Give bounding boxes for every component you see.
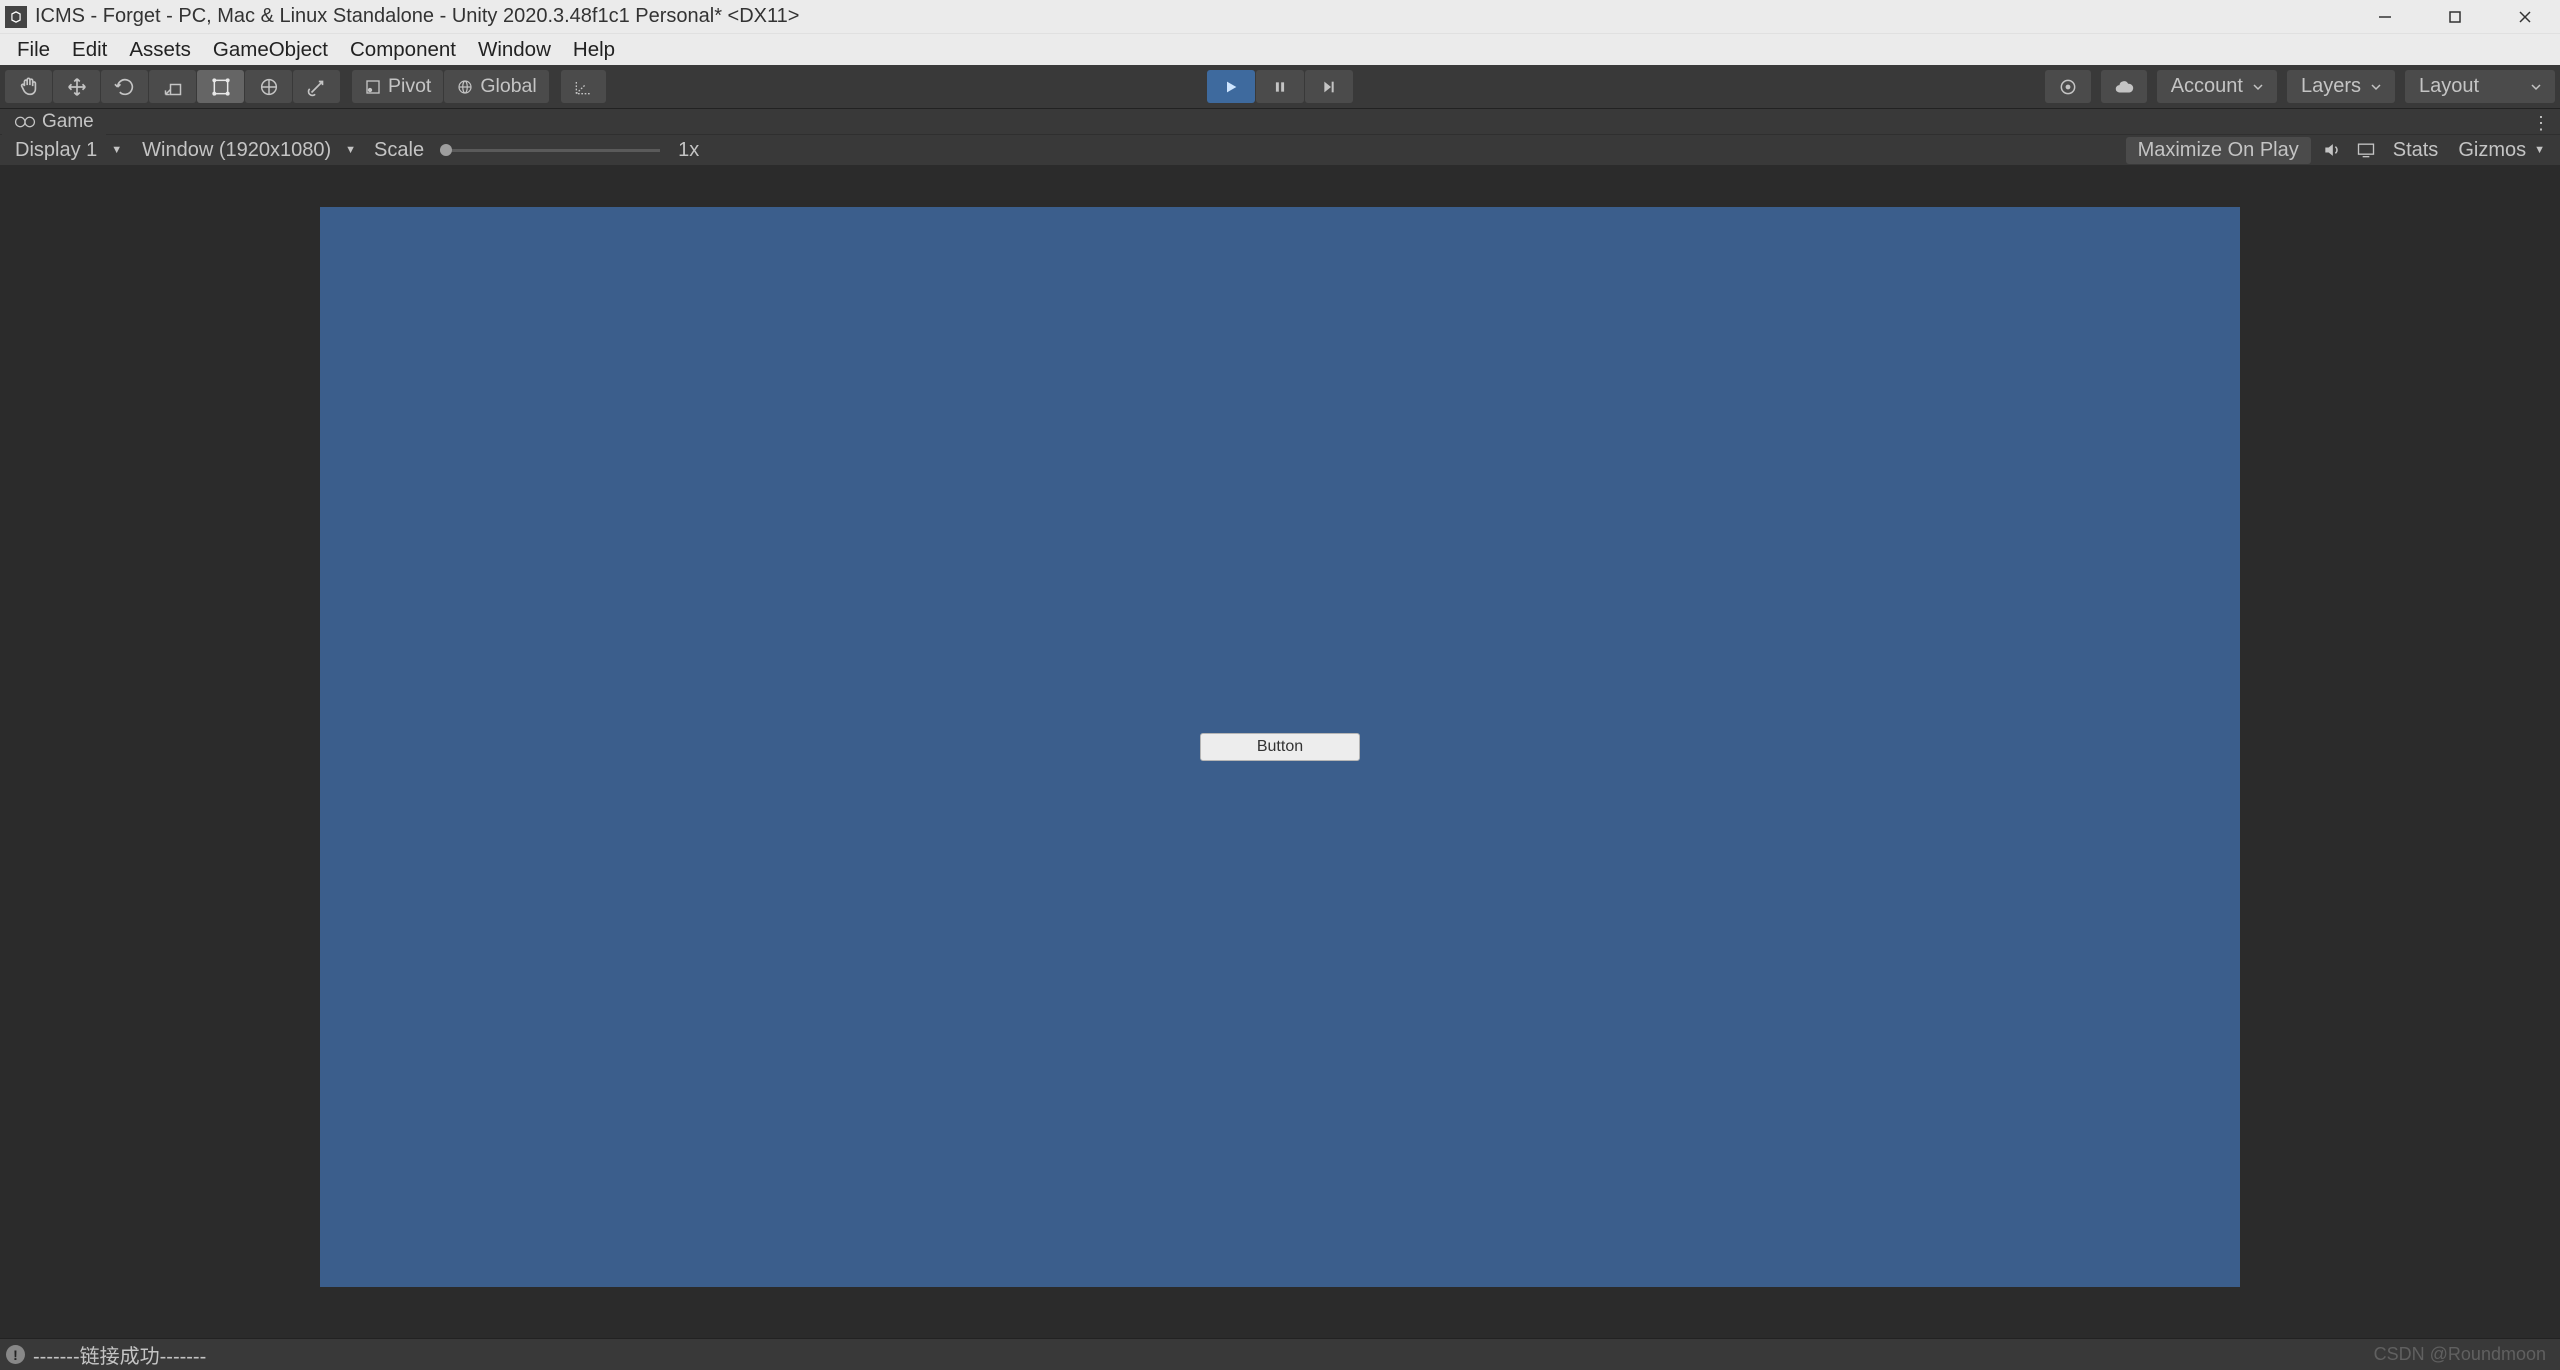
game-viewport-shell: Button (0, 165, 2560, 1338)
global-toggle[interactable]: Global (444, 70, 548, 103)
menu-assets[interactable]: Assets (118, 34, 202, 66)
layers-label: Layers (2301, 75, 2361, 98)
info-icon: ! (6, 1345, 25, 1364)
cloud-button[interactable] (2101, 70, 2147, 103)
menu-file[interactable]: File (6, 34, 61, 66)
stats-label: Stats (2393, 139, 2439, 162)
tab-game[interactable]: Game (2, 109, 106, 135)
game-control-bar: Display 1 ▼ Window (1920x1080) ▼ Scale 1… (0, 134, 2560, 165)
scale-label: Scale (366, 139, 432, 162)
transform-tool-button[interactable] (245, 70, 292, 103)
scale-slider[interactable] (440, 149, 660, 152)
tab-game-label: Game (42, 111, 94, 133)
display-dropdown[interactable]: Display 1 ▼ (5, 136, 132, 164)
custom-tool-button[interactable] (293, 70, 340, 103)
play-button[interactable] (1207, 70, 1255, 103)
window-minimize-button[interactable] (2350, 0, 2420, 33)
account-label: Account (2171, 75, 2243, 98)
window-maximize-button[interactable] (2420, 0, 2490, 33)
resolution-label: Window (1920x1080) (142, 139, 331, 162)
layers-dropdown[interactable]: Layers (2287, 70, 2395, 103)
menu-edit[interactable]: Edit (61, 34, 118, 66)
account-dropdown[interactable]: Account (2157, 70, 2277, 103)
maximize-on-play-toggle[interactable]: Maximize On Play (2126, 137, 2311, 164)
status-message[interactable]: -------链接成功------- (33, 1340, 206, 1369)
move-tool-button[interactable] (53, 70, 100, 103)
rotate-tool-button[interactable] (101, 70, 148, 103)
stats-toggle[interactable]: Stats (2383, 137, 2449, 164)
menu-component[interactable]: Component (339, 34, 467, 66)
main-menu-bar: File Edit Assets GameObject Component Wi… (0, 33, 2560, 65)
unity-app-icon (5, 6, 27, 28)
main-toolbar: Pivot Global Account (0, 65, 2560, 108)
scale-value: 1x (668, 139, 699, 162)
chevron-down-icon (2531, 82, 2541, 92)
game-canvas[interactable]: Button (320, 207, 2240, 1287)
gizmos-label: Gizmos (2458, 139, 2526, 162)
chevron-down-icon (2253, 82, 2263, 92)
chevron-down-icon: ▼ (345, 144, 356, 156)
mute-audio-toggle[interactable] (2315, 137, 2349, 164)
menu-window[interactable]: Window (467, 34, 562, 66)
game-ui-button-label: Button (1257, 738, 1303, 756)
panel-menu-button[interactable]: ⋮ (2526, 111, 2556, 136)
chevron-down-icon: ▼ (111, 144, 122, 156)
menu-gameobject[interactable]: GameObject (202, 34, 339, 66)
collab-button[interactable] (2045, 70, 2091, 103)
scale-slider-thumb[interactable] (440, 144, 452, 156)
display-label: Display 1 (15, 139, 97, 162)
window-title-bar: ICMS - Forget - PC, Mac & Linux Standalo… (0, 0, 2560, 33)
status-bar: ! -------链接成功------- CSDN @Roundmoon (0, 1338, 2560, 1370)
scale-tool-button[interactable] (149, 70, 196, 103)
hand-tool-button[interactable] (5, 70, 52, 103)
chevron-down-icon (2371, 82, 2381, 92)
panel-tab-row: Game ⋮ (0, 108, 2560, 134)
game-icon (14, 115, 36, 129)
layout-label: Layout (2419, 75, 2479, 98)
maximize-label: Maximize On Play (2138, 139, 2299, 162)
window-close-button[interactable] (2490, 0, 2560, 33)
watermark-text: CSDN @Roundmoon (2374, 1344, 2554, 1365)
pivot-toggle[interactable]: Pivot (352, 70, 443, 103)
window-title: ICMS - Forget - PC, Mac & Linux Standalo… (35, 5, 2350, 28)
snap-toggle[interactable] (561, 70, 606, 103)
layout-dropdown[interactable]: Layout (2405, 70, 2555, 103)
gizmos-dropdown[interactable]: Gizmos ▼ (2448, 137, 2555, 164)
pivot-label: Pivot (388, 75, 431, 98)
chevron-down-icon: ▼ (2534, 144, 2545, 156)
global-label: Global (480, 75, 536, 98)
resolution-dropdown[interactable]: Window (1920x1080) ▼ (132, 136, 366, 164)
vsync-toggle[interactable] (2349, 137, 2383, 164)
rect-tool-button[interactable] (197, 70, 244, 103)
game-ui-button[interactable]: Button (1200, 733, 1360, 761)
menu-help[interactable]: Help (562, 34, 626, 66)
step-button[interactable] (1305, 70, 1353, 103)
pause-button[interactable] (1256, 70, 1304, 103)
